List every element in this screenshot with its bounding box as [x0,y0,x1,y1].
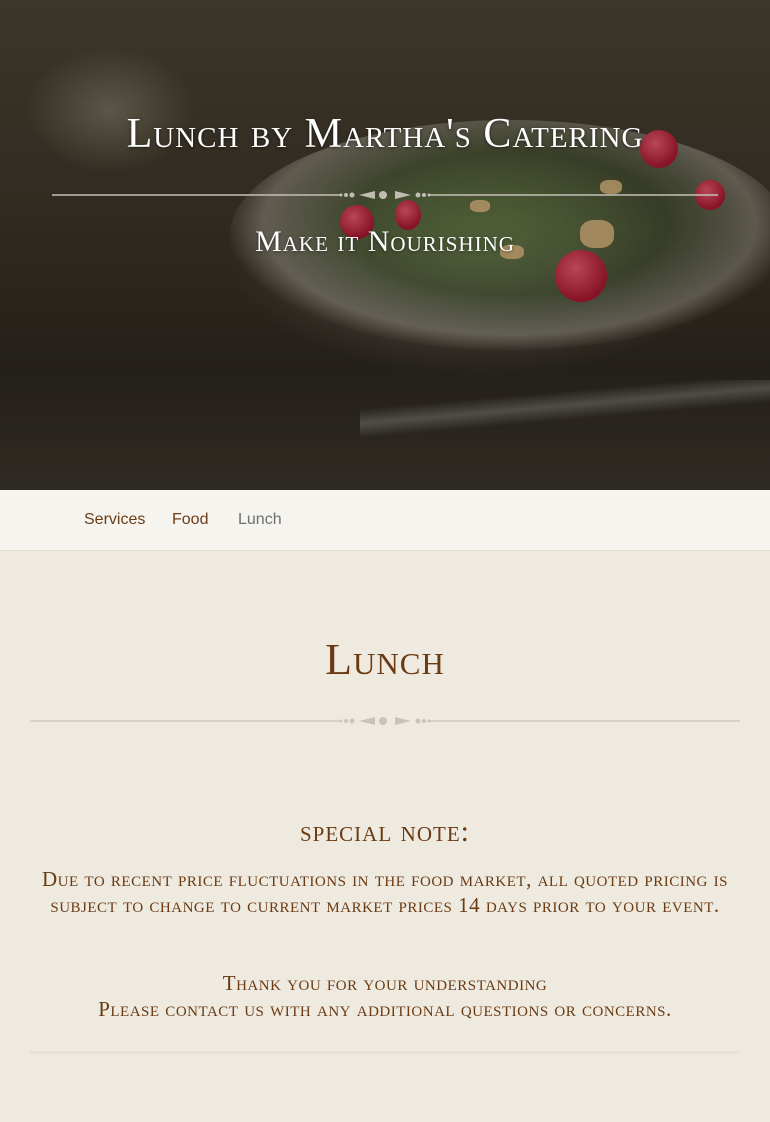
special-note-heading: special note: [299,815,470,848]
breadcrumb-current-lunch: Lunch [238,511,282,528]
contact-line: Please contact us with any additional qu… [98,997,672,1021]
page-banner-subtitle: Make it Nourishing [255,225,515,258]
ornamental-divider [0,713,770,729]
breadcrumb-link-food[interactable]: Food [172,510,208,530]
special-note-thanks: Thank you for your understanding Please … [30,970,740,1022]
hero-banner: Lunch by Martha's Catering Make it Nouri… [0,0,770,490]
special-note-text: Due to recent price fluctuations in the … [42,867,728,917]
page-title: Lunch [325,635,445,684]
breadcrumb: Services Food Lunch [0,490,770,551]
ornament-icon [339,191,431,199]
page-banner-title: Lunch by Martha's Catering [126,111,644,157]
thanks-line: Thank you for your understanding [222,971,548,995]
ornamental-divider [0,187,770,203]
ornament-icon [339,717,431,725]
breadcrumb-link-services[interactable]: Services [84,510,145,530]
section-divider [30,1051,740,1054]
